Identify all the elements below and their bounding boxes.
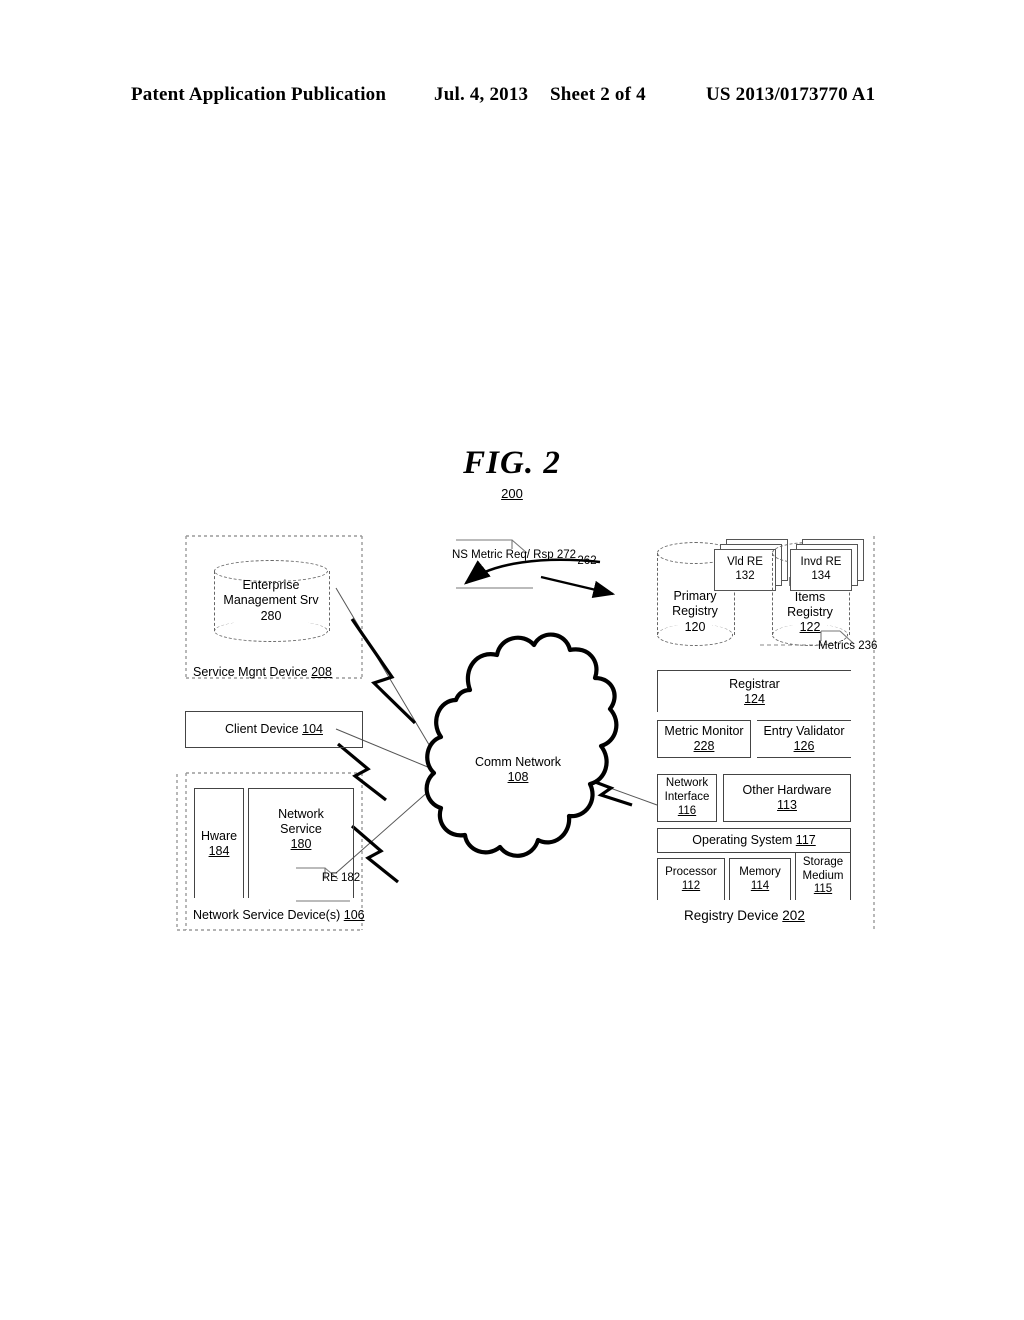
metric-monitor-reference: 228: [693, 739, 715, 753]
re-reference: 182: [341, 872, 361, 884]
enterprise-management-server-cylinder: Enterprise Management Srv 280: [214, 560, 330, 642]
ems-line-1: Enterprise: [242, 577, 300, 592]
hware-label: Hware: [200, 828, 238, 843]
enterprise-management-server-label: Enterprise Management Srv 280: [214, 560, 328, 642]
storage-medium-line-2: Medium: [802, 869, 844, 882]
other-hardware-box: Other Hardware 113: [723, 774, 851, 822]
ns-metric-line-1: NS Metric Req/: [452, 549, 530, 561]
storage-medium-box: Storage Medium 115: [795, 852, 851, 900]
invd-re-label: Invd RE 134: [790, 549, 852, 591]
operating-system-label: Operating System 117: [692, 833, 815, 848]
other-hardware-label: Other Hardware: [742, 783, 832, 797]
entry-validator-box: Entry Validator 126: [757, 720, 851, 758]
primary-registry-line-1: Primary: [673, 588, 717, 603]
operating-system-box: Operating System 117: [657, 828, 851, 853]
invd-re-text: Invd RE: [800, 556, 842, 569]
vld-re-label: Vld RE 132: [714, 549, 776, 591]
hware-reference: 184: [208, 843, 230, 858]
comm-network-text: Comm Network: [474, 755, 562, 769]
ems-line-2: Management Srv: [223, 593, 319, 608]
metric-monitor-label: Metric Monitor: [664, 724, 744, 738]
service-mgmt-device-reference: 208: [311, 665, 332, 679]
re-callout: RE 182: [315, 872, 367, 886]
hware-box: Hware 184: [194, 788, 244, 898]
diagram-connectors: [176, 535, 875, 931]
memory-label: Memory: [739, 865, 781, 878]
network-service-reference: 180: [290, 837, 312, 851]
vld-re-reference: 132: [735, 570, 755, 582]
ns-metric-line-2: Rsp: [533, 549, 554, 561]
network-service-line-2: Service: [280, 822, 322, 836]
primary-registry-reference: 120: [684, 619, 706, 634]
client-device-reference: 104: [302, 722, 323, 736]
other-hardware-reference: 113: [777, 798, 797, 812]
metrics-reference: 236: [858, 640, 878, 652]
arrow-262-reference: 262: [577, 555, 597, 567]
network-service-line-1: Network: [278, 807, 324, 821]
network-service-device-reference: 106: [343, 908, 365, 922]
metrics-label: Metrics: [818, 640, 856, 652]
ns-metric-request-response-label: NS Metric Req/ Rsp 272: [452, 549, 576, 563]
registrar-reference: 124: [744, 691, 765, 706]
network-interface-line-2: Interface: [664, 791, 710, 804]
re-label: RE: [321, 872, 338, 884]
processor-reference: 112: [681, 879, 701, 892]
service-mgmt-device-text: Service Mgnt Device: [193, 665, 308, 679]
memory-box: Memory 114: [729, 858, 791, 900]
network-service-device-region-label: Network Service Device(s) 106: [193, 908, 365, 922]
operating-system-reference: 117: [795, 833, 816, 847]
memory-reference: 114: [750, 879, 770, 892]
metrics-callout: Metrics 236: [818, 640, 877, 654]
operating-system-text: Operating System: [692, 833, 793, 847]
comm-network-label: Comm Network 108: [455, 755, 581, 785]
storage-medium-line-1: Storage: [802, 855, 844, 868]
client-device-text: Client Device: [225, 722, 299, 736]
ns-metric-arrow-reference: 262: [572, 555, 602, 569]
storage-medium-reference: 115: [813, 883, 833, 896]
registry-device-reference: 202: [782, 908, 805, 923]
registry-device-text: Registry Device: [684, 908, 779, 923]
deleted-items-reference: 122: [799, 620, 821, 634]
processor-box: Processor 112: [657, 858, 725, 900]
client-device-label: Client Device 104: [225, 722, 323, 737]
network-interface-box: Network Interface 116: [657, 774, 717, 822]
registrar-label: Registrar: [729, 676, 780, 691]
processor-label: Processor: [665, 865, 717, 878]
client-device-box: Client Device 104: [185, 711, 363, 748]
metric-monitor-box: Metric Monitor 228: [657, 720, 751, 758]
network-interface-line-1: Network: [665, 777, 709, 790]
vld-re-text: Vld RE: [727, 556, 763, 569]
network-service-device-text: Network Service Device(s): [193, 908, 341, 922]
network-interface-reference: 116: [677, 804, 697, 817]
entry-validator-label: Entry Validator: [763, 724, 845, 738]
invd-re-reference: 134: [811, 570, 831, 582]
comm-network-reference: 108: [507, 770, 529, 784]
service-mgmt-device-region-label: Service Mgnt Device 208: [193, 665, 332, 679]
invd-re-document-stack: Invd RE 134: [790, 539, 866, 593]
registrar-box: Registrar 124: [657, 670, 851, 712]
deleted-items-line-3: Registry: [787, 605, 833, 619]
ems-reference: 280: [260, 608, 282, 623]
registry-device-region-label: Registry Device 202: [684, 908, 805, 923]
primary-registry-line-2: Registry: [672, 604, 718, 619]
entry-validator-reference: 126: [793, 739, 815, 753]
figure-2-diagram: Enterprise Management Srv 280 Service Mg…: [0, 0, 1024, 1320]
